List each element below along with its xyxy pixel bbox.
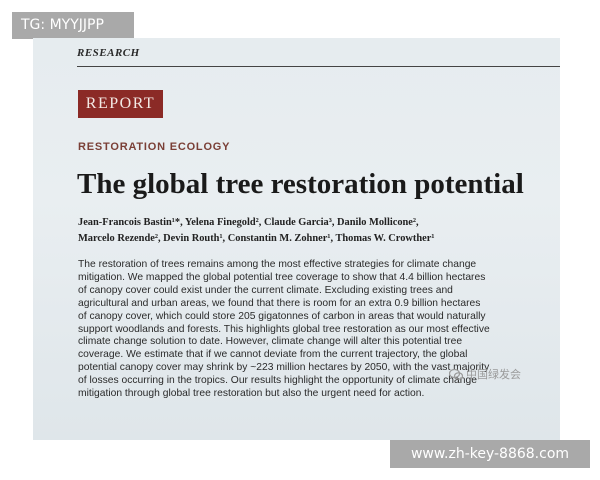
abstract-line: mitigation through global tree restorati…	[78, 388, 425, 400]
abstract-line: agricultural and urban areas, we found t…	[78, 297, 481, 309]
abstract-line: mitigation. We mapped the global potenti…	[78, 271, 486, 283]
wechat-watermark-text: 中国绿发会	[466, 368, 521, 381]
author-line: Marcelo Rezende², Devin Routh¹, Constant…	[78, 233, 435, 244]
tg-watermark-badge: TG: MYYJJPP	[12, 12, 134, 39]
abstract-line: support woodlands and forests. This high…	[78, 323, 490, 335]
abstract-line: coverage. We estimate that if we cannot …	[78, 349, 468, 361]
author-line: Jean-Francois Bastin¹*, Yelena Finegold²…	[78, 217, 419, 228]
report-label: REPORT	[78, 90, 163, 118]
wechat-icon	[448, 368, 464, 380]
article-title: The global tree restoration potential	[77, 168, 524, 200]
abstract-line: of canopy cover could exist under the cu…	[78, 284, 453, 296]
wechat-watermark: 中国绿发会	[448, 366, 521, 382]
author-list: Jean-Francois Bastin¹*, Yelena Finegold²…	[78, 215, 548, 247]
section-label: RESEARCH	[77, 47, 140, 59]
header-rule	[77, 66, 560, 67]
abstract-line: of canopy cover, which could store 205 g…	[78, 310, 486, 322]
category-label: RESTORATION ECOLOGY	[78, 141, 231, 153]
abstract-line: The restoration of trees remains among t…	[78, 259, 477, 270]
url-watermark-badge: www.zh-key-8868.com	[390, 440, 590, 468]
abstract-line: climate change solution to date. However…	[78, 336, 463, 348]
